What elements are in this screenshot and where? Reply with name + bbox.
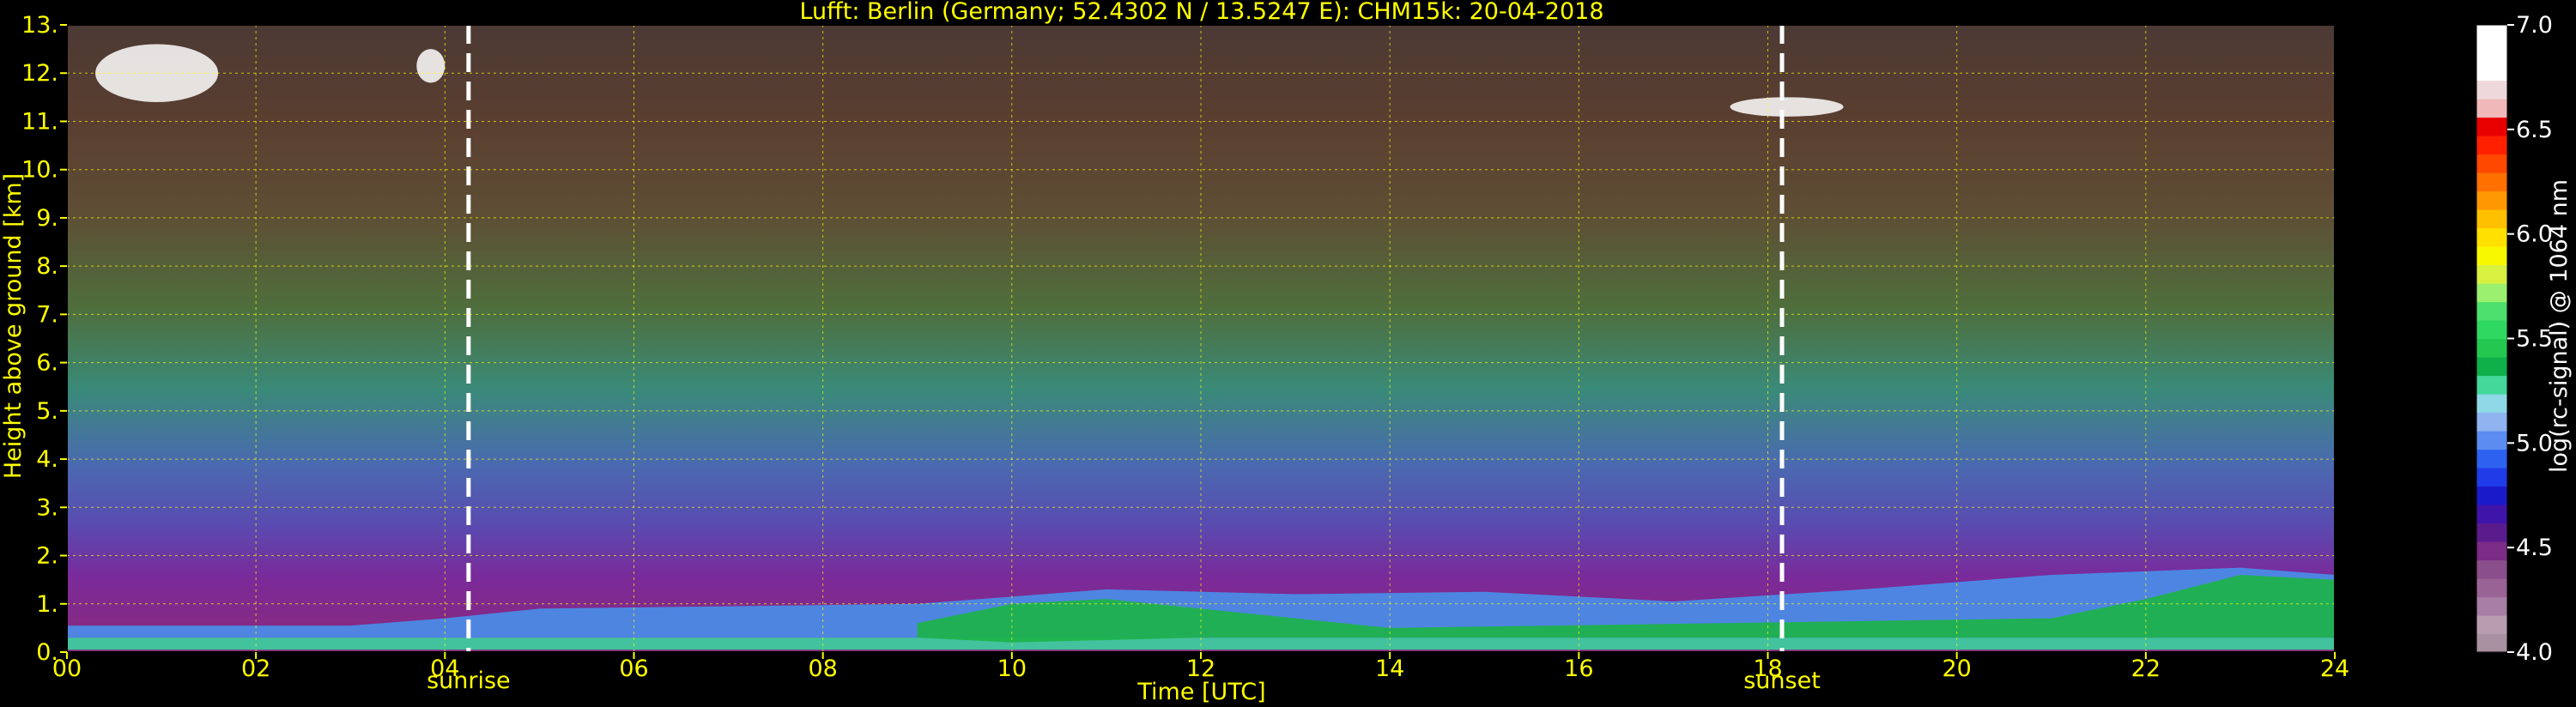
colorbar-segment-23 bbox=[2476, 209, 2507, 229]
x-tick-label-5: 10 bbox=[997, 656, 1027, 682]
y-tick-label-8: 8. bbox=[36, 253, 58, 280]
colorbar-segment-7 bbox=[2476, 505, 2507, 524]
colorbar-segment-30 bbox=[2476, 80, 2507, 100]
y-tick-label-10: 10. bbox=[21, 157, 58, 184]
y-tick-label-7: 7. bbox=[36, 301, 58, 328]
colorbar-label: log(rc-signal) @ 1064 nm bbox=[2546, 179, 2573, 473]
y-tick-label-6: 6. bbox=[36, 350, 58, 377]
colorbar-segment-5 bbox=[2476, 541, 2507, 561]
y-tick-label-4: 4. bbox=[36, 446, 58, 473]
colorbar-segment-10 bbox=[2476, 449, 2507, 468]
colorbar-segment-27 bbox=[2476, 136, 2507, 155]
colorbar-segment-32 bbox=[2476, 43, 2507, 63]
colorbar-segment-19 bbox=[2476, 283, 2507, 303]
cloud-patch-1 bbox=[416, 49, 445, 83]
colorbar-segment-31 bbox=[2476, 62, 2507, 82]
colorbar-segment-8 bbox=[2476, 486, 2507, 505]
y-tick-label-12: 12. bbox=[21, 60, 58, 87]
colorbar-segment-17 bbox=[2476, 320, 2507, 340]
y-tick-label-11: 11. bbox=[21, 108, 58, 135]
colorbar-tick-label-0: 4.0 bbox=[2516, 639, 2553, 666]
colorbar: 4.04.55.05.56.06.57.0 bbox=[2476, 12, 2553, 666]
colorbar-segment-4 bbox=[2476, 559, 2507, 579]
colorbar-segment-1 bbox=[2476, 615, 2507, 635]
x-axis-label: Time [UTC] bbox=[1136, 679, 1265, 705]
y-tick-label-0: 0. bbox=[36, 639, 58, 666]
y-tick-label-5: 5. bbox=[36, 398, 58, 425]
colorbar-segment-11 bbox=[2476, 431, 2507, 450]
y-tick-label-2: 2. bbox=[36, 543, 58, 570]
colorbar-segment-15 bbox=[2476, 357, 2507, 377]
colorbar-tick-label-5: 6.5 bbox=[2516, 117, 2553, 143]
x-tick-label-7: 14 bbox=[1375, 656, 1404, 682]
colorbar-tick-label-6: 7.0 bbox=[2516, 12, 2553, 39]
colorbar-segment-9 bbox=[2476, 468, 2507, 487]
colorbar-segment-18 bbox=[2476, 301, 2507, 321]
colorbar-segment-6 bbox=[2476, 523, 2507, 542]
ceilometer-chart: sunrise sunset 00 02 04 06 08 10 12 14 16 18 20 22 24… bbox=[0, 0, 2573, 705]
colorbar-tick-label-1: 4.5 bbox=[2516, 535, 2553, 561]
y-tick-label-1: 1. bbox=[36, 591, 58, 618]
colorbar-segment-28 bbox=[2476, 117, 2507, 136]
colorbar-segment-33 bbox=[2476, 25, 2507, 45]
x-tick-label-3: 06 bbox=[619, 656, 648, 682]
x-tick-label-8: 16 bbox=[1564, 656, 1593, 682]
colorbar-segment-29 bbox=[2476, 99, 2507, 118]
colorbar-segment-20 bbox=[2476, 264, 2507, 284]
cloud-patch-2 bbox=[1730, 97, 1844, 117]
colorbar-segment-21 bbox=[2476, 246, 2507, 266]
colorbar-segment-24 bbox=[2476, 190, 2507, 210]
colorbar-segment-16 bbox=[2476, 338, 2507, 358]
x-tick-label-11: 22 bbox=[2131, 656, 2161, 682]
colorbar-segment-25 bbox=[2476, 172, 2507, 192]
x-tick-label-10: 20 bbox=[1942, 656, 1971, 682]
x-tick-label-1: 02 bbox=[241, 656, 270, 682]
colorbar-segment-13 bbox=[2476, 394, 2507, 414]
y-tick-label-9: 9. bbox=[36, 205, 58, 232]
colorbar-segment-0 bbox=[2476, 633, 2507, 653]
colorbar-segment-26 bbox=[2476, 154, 2507, 173]
x-tick-label-9: 18 bbox=[1753, 656, 1782, 682]
y-tick-label-3: 3. bbox=[36, 494, 58, 521]
x-tick-label-2: 04 bbox=[430, 656, 459, 682]
chart-title: Lufft: Berlin (Germany; 52.4302 N / 13.5… bbox=[799, 0, 1603, 25]
x-tick-label-12: 24 bbox=[2320, 656, 2349, 682]
y-tick-label-13: 13. bbox=[21, 12, 58, 39]
colorbar-segment-22 bbox=[2476, 227, 2507, 247]
colorbar-segment-3 bbox=[2476, 578, 2507, 598]
y-axis-label: Height above ground [km] bbox=[0, 173, 27, 479]
x-tick-label-4: 08 bbox=[808, 656, 837, 682]
colorbar-segment-2 bbox=[2476, 596, 2507, 616]
colorbar-segment-12 bbox=[2476, 412, 2507, 432]
colorbar-segment-14 bbox=[2476, 375, 2507, 395]
